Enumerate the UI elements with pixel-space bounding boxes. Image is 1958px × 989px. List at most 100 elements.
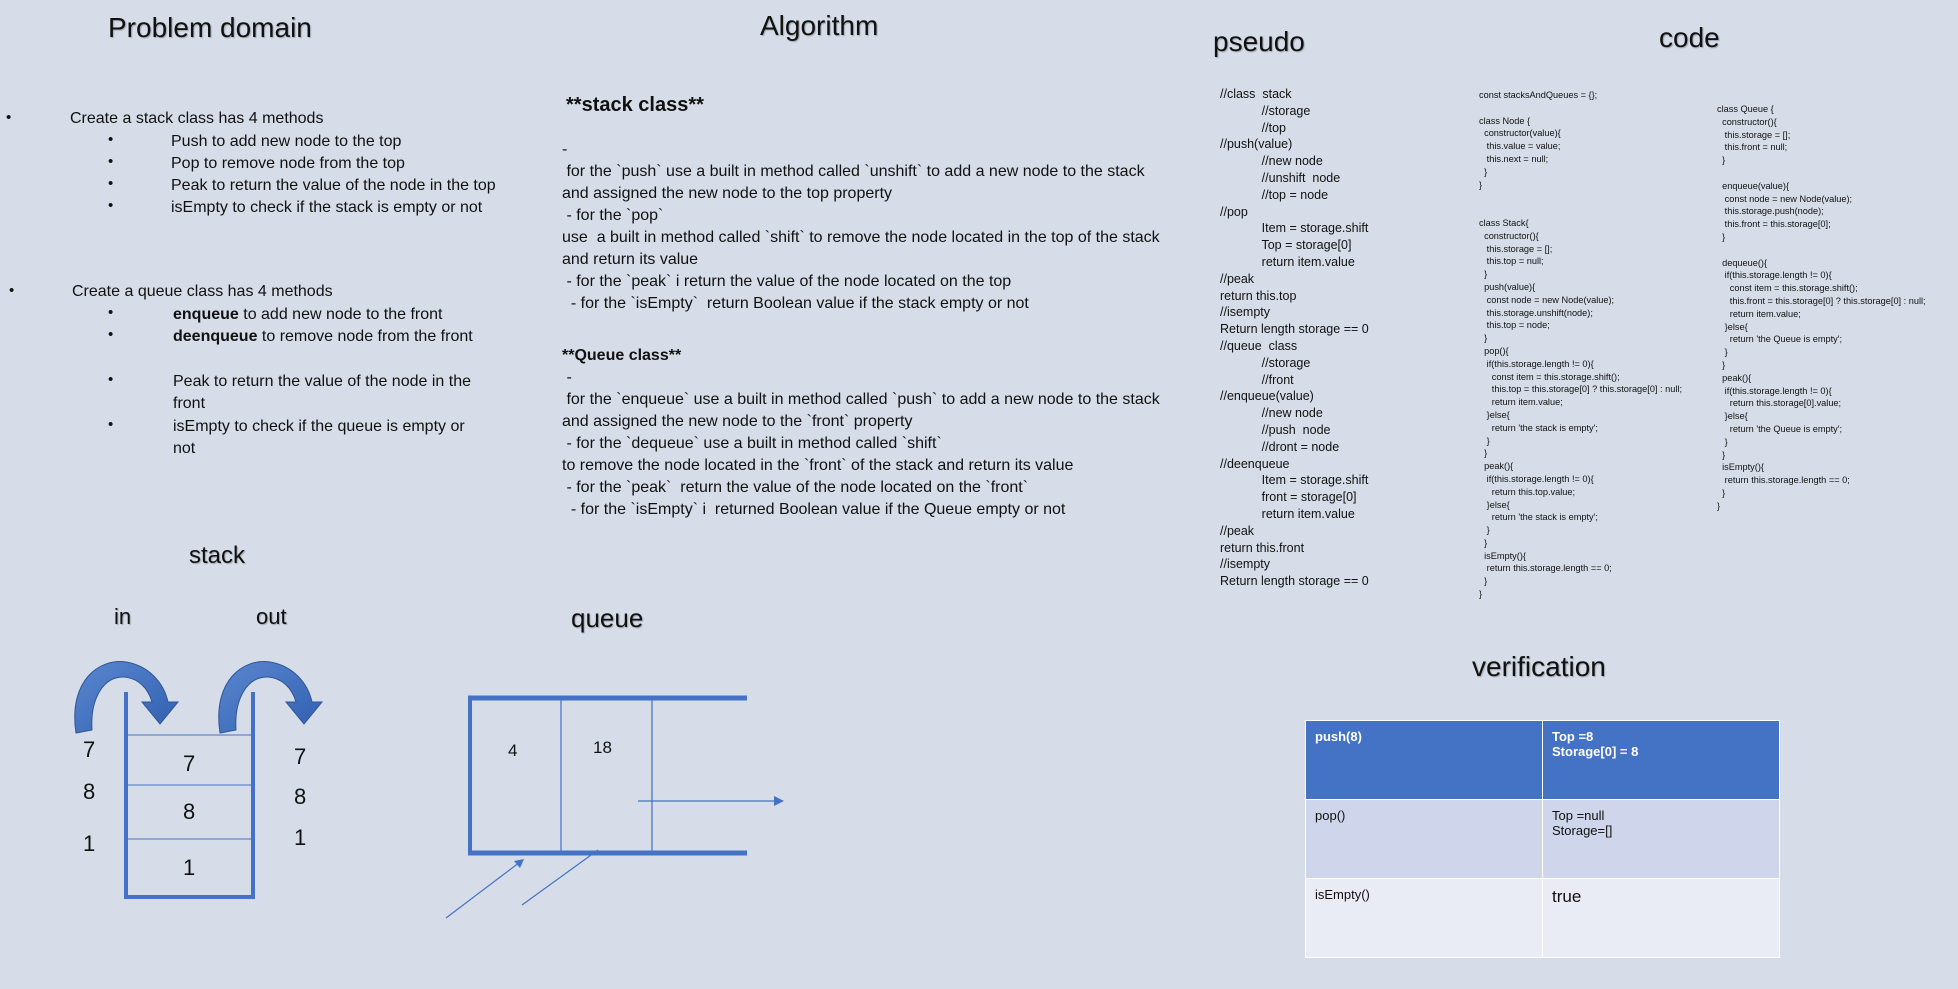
code-line: const node = new Node(value); (1479, 294, 1615, 305)
code-line: }else{ (1717, 411, 1748, 422)
pseudo-line: //unshift node (1220, 170, 1341, 185)
pseudo-line: //new node (1220, 154, 1323, 169)
pseudo-line: //queue class (1220, 338, 1298, 353)
bullet: • (108, 197, 114, 214)
pseudo-line: //class stack (1220, 87, 1292, 101)
code-line: } (1479, 589, 1483, 600)
table-row: pop() Top =null Storage=[] (1305, 799, 1780, 879)
verification-action: pop() (1305, 799, 1543, 879)
algo-line: use a built in method called `shift` to … (562, 229, 1165, 268)
code-line: isEmpty(){ (1717, 462, 1764, 473)
pseudo-line: //new node (1220, 406, 1323, 421)
code-line: if(this.storage.length != 0){ (1479, 358, 1594, 369)
stack-item: isEmpty to check if the stack is empty o… (171, 199, 483, 216)
queue-diagram (445, 695, 784, 919)
code-line: peak(){ (1717, 372, 1752, 383)
stack-item: Push to add new node to the top (171, 133, 402, 150)
table-row: push(8) Top =8 Storage[0] = 8 (1305, 720, 1780, 800)
stack-out-value: 7 (294, 744, 307, 769)
bullet: • (108, 371, 114, 388)
verification-table: push(8) Top =8 Storage[0] = 8 pop() Top =… (1305, 720, 1780, 958)
code-line: return this.storage.length == 0; (1717, 475, 1850, 486)
stack-item: Pop to remove node from the top (171, 155, 405, 172)
stack-cell: 8 (183, 799, 196, 824)
pseudo-line: //storage (1220, 103, 1311, 118)
bullet: • (108, 153, 114, 170)
code-line: this.front = null; (1717, 142, 1788, 153)
code-heading: code (1659, 22, 1720, 53)
stack-in-label: in (114, 604, 132, 629)
stack-in-value: 8 (83, 779, 96, 804)
algo-line: to remove the node located in the `front… (562, 457, 1074, 474)
queue-item: isEmpty to check if the queue is empty o… (173, 418, 465, 457)
pseudo-line: front = storage[0] (1220, 490, 1357, 505)
code-line: const item = this.storage.shift(); (1717, 283, 1858, 294)
code-line: } (1479, 525, 1490, 536)
queue-cell: 18 (593, 738, 612, 757)
code-line: } (1479, 435, 1490, 446)
queue-cell: 4 (508, 741, 518, 760)
code-line: push(value){ (1479, 281, 1536, 292)
code-line: } (1717, 359, 1726, 370)
code-line: return 'the Queue is empty'; (1717, 423, 1843, 434)
pseudo-code-block: //class stack //storage //top //push(valu… (1220, 86, 1369, 590)
code-line: this.storage.push(node); (1717, 206, 1824, 217)
queue-item: deenqueue to remove node from the front (173, 328, 473, 345)
algo-line: for the `enqueue` use a built in method … (562, 391, 1165, 430)
stack-cell: 1 (183, 855, 196, 880)
code-line: this.next = null; (1479, 153, 1549, 164)
code-line: this.top = node; (1479, 320, 1550, 331)
code-line: isEmpty(){ (1479, 550, 1526, 561)
code-line: if(this.storage.length != 0){ (1717, 385, 1832, 396)
algo-line: - for the `pop` (562, 207, 664, 224)
code-line: return 'the stack is empty'; (1479, 512, 1598, 523)
stack-intro: Create a stack class has 4 methods (70, 110, 324, 127)
algo-line: - for the `peak` return the value of the… (562, 479, 1029, 496)
pseudo-line: Item = storage.shift (1220, 221, 1369, 236)
bullet: • (108, 416, 114, 433)
code-line: const item = this.storage.shift(); (1479, 371, 1620, 382)
pseudo-line: Return length storage == 0 (1220, 322, 1369, 337)
code-line: } (1479, 537, 1488, 548)
pseudo-line: //push node (1220, 422, 1331, 437)
code-line: } (1717, 449, 1726, 460)
code-line: constructor(){ (1479, 230, 1539, 241)
queue-intro: Create a queue class has 4 methods (72, 283, 333, 300)
bullet: • (108, 326, 114, 343)
algo-line: - for the `isEmpty` i returned Boolean v… (562, 501, 1066, 518)
bullet: • (9, 282, 15, 299)
code-line: } (1717, 347, 1728, 358)
code-line: return 'the stack is empty'; (1479, 422, 1598, 433)
code-line: if(this.storage.length != 0){ (1479, 473, 1594, 484)
algo-line: - for the `peak` i return the value of t… (562, 273, 1012, 290)
verification-action: push(8) (1305, 720, 1543, 800)
algorithm-stack-section: **stack class** - for the `push` use a b… (562, 94, 1162, 315)
bullet: • (108, 175, 114, 192)
code-line: return item.value; (1479, 397, 1563, 408)
pseudo-line: //top (1220, 120, 1286, 135)
stack-heading: stack (189, 542, 246, 569)
stack-class-title: **stack class** (566, 94, 704, 116)
pseudo-line: //front (1220, 372, 1294, 387)
code-line: this.front = this.storage[0]; (1717, 219, 1831, 230)
code-line: if(this.storage.length != 0){ (1717, 270, 1832, 281)
pseudo-line: //isempty (1220, 305, 1271, 320)
algo-line: - (562, 141, 568, 158)
pseudo-line: //storage (1220, 355, 1311, 370)
pseudo-heading: pseudo (1213, 26, 1305, 57)
stack-out-value: 1 (294, 825, 307, 850)
algo-line: - for the `dequeue` use a built in metho… (562, 435, 942, 452)
stack-in-value: 1 (83, 831, 96, 856)
stack-cell: 7 (183, 751, 196, 776)
pseudo-line: Top = storage[0] (1220, 238, 1352, 253)
code-line: this.storage.unshift(node); (1479, 307, 1593, 318)
code-line: } (1717, 436, 1728, 447)
code-line: } (1717, 487, 1726, 498)
code-line: dequeue(){ (1717, 257, 1768, 268)
code-line: enqueue(value){ (1717, 180, 1790, 191)
code-line: }else{ (1479, 499, 1510, 510)
code-line: class Node { (1479, 115, 1531, 126)
pseudo-line: //push(value) (1220, 137, 1293, 152)
